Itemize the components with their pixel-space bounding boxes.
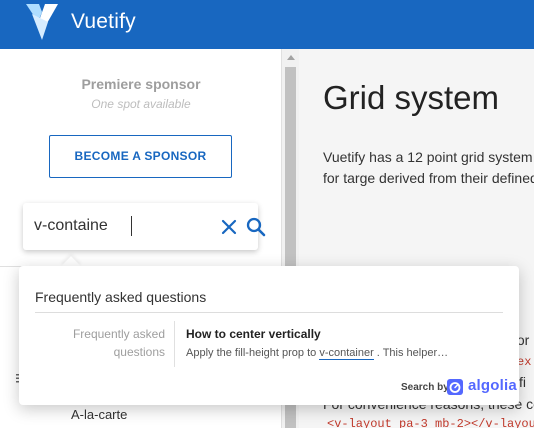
- app-brand[interactable]: Vuetify: [71, 10, 136, 34]
- result-title[interactable]: How to center vertically: [186, 327, 321, 341]
- become-sponsor-button[interactable]: BECOME A SPONSOR: [49, 135, 232, 178]
- page-intro: Vuetify has a 12 point grid system break…: [323, 149, 534, 186]
- content-peek-code: ex: [517, 355, 532, 369]
- result-separator: [174, 321, 175, 367]
- sponsor-title: Premiere sponsor: [81, 76, 201, 92]
- content-peek-code: <v-layout pa-3 mb-2></v-layout>: [327, 417, 534, 428]
- scroll-up-arrow-icon[interactable]: [287, 55, 295, 60]
- result-category: Frequently asked questions: [72, 327, 165, 359]
- sidebar-item-a-la-carte[interactable]: A-la-carte: [71, 407, 127, 422]
- faq-heading: Frequently asked questions: [35, 289, 207, 305]
- vuetify-logo-icon[interactable]: [24, 2, 60, 42]
- faq-divider: [35, 312, 503, 313]
- app-bar: Vuetify: [0, 0, 534, 49]
- sponsor-subtitle: One spot available: [91, 97, 191, 111]
- search-by-label: Search by: [401, 382, 449, 393]
- algolia-wordmark: algolia: [468, 377, 517, 394]
- result-snippet[interactable]: Apply the fill-height prop to v-containe…: [186, 347, 449, 360]
- close-icon[interactable]: [219, 217, 239, 237]
- text-caret: [131, 216, 132, 236]
- content-peek-text: fi: [519, 374, 526, 390]
- page-title: Grid system: [323, 79, 500, 116]
- snippet-text: Apply the fill-height prop to: [186, 347, 320, 359]
- search-input[interactable]: [34, 215, 184, 237]
- search-field[interactable]: [23, 203, 266, 250]
- search-icon[interactable]: [245, 216, 267, 238]
- algolia-logo-icon: [447, 379, 463, 395]
- snippet-highlight: v-container: [319, 347, 374, 360]
- snippet-text: . This helper…: [373, 347, 449, 359]
- search-results-dropdown: Frequently asked questions Frequently as…: [19, 266, 519, 405]
